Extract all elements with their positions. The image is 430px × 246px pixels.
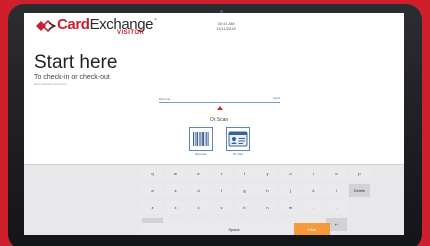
page-subtitle: To check-in or check-out bbox=[34, 74, 110, 81]
key[interactable]: n bbox=[257, 201, 278, 214]
key[interactable]: q bbox=[142, 167, 163, 180]
logo-trademark: ™ bbox=[153, 17, 157, 22]
key[interactable]: z bbox=[142, 201, 163, 214]
key[interactable]: s bbox=[165, 184, 186, 197]
clock-date: 11/11/2016 bbox=[216, 26, 236, 31]
key[interactable]: h bbox=[257, 184, 278, 197]
logo-swirl-icon bbox=[36, 19, 57, 33]
on-screen-keyboard: q w e r t y u i o p a s d f g h j k l De… bbox=[24, 164, 404, 235]
key[interactable]: e bbox=[188, 167, 209, 180]
key[interactable]: , bbox=[303, 201, 324, 214]
barcode-input[interactable] bbox=[159, 95, 267, 102]
key[interactable]: u bbox=[280, 167, 301, 180]
keyboard-row-1: q w e r t y u i o p bbox=[24, 167, 404, 180]
send-button[interactable]: Send bbox=[273, 96, 280, 100]
key[interactable]: m bbox=[280, 201, 301, 214]
key[interactable]: g bbox=[234, 184, 255, 197]
barcode-icon bbox=[189, 127, 213, 151]
key[interactable]: . bbox=[326, 201, 347, 214]
key[interactable]: j bbox=[280, 184, 301, 197]
delete-key[interactable]: Delete bbox=[349, 184, 370, 197]
key[interactable]: d bbox=[188, 184, 209, 197]
key[interactable]: f bbox=[211, 184, 232, 197]
hide-keyboard-key[interactable]: Hide bbox=[294, 223, 330, 235]
id-card-icon bbox=[226, 127, 250, 151]
barcode-input-field: Send bbox=[159, 95, 280, 103]
key[interactable]: b bbox=[234, 201, 255, 214]
cardexchange-logo: CardExchange ™ VISITOR bbox=[35, 16, 183, 38]
key[interactable]: c bbox=[188, 201, 209, 214]
scan-barcode-label: Barcode bbox=[195, 152, 207, 156]
logo-card-text: Card bbox=[57, 16, 90, 33]
logo-visitor-text: VISITOR bbox=[117, 30, 145, 36]
keyboard-row-5: Space Hide bbox=[24, 223, 404, 235]
key[interactable]: l bbox=[326, 184, 347, 197]
keyboard-row-2: a s d f g h j k l Delete bbox=[24, 184, 404, 197]
key[interactable]: t bbox=[234, 167, 255, 180]
scan-id-card-label: ID Card bbox=[232, 152, 244, 156]
key[interactable]: y bbox=[257, 167, 278, 180]
key[interactable]: w bbox=[165, 167, 186, 180]
clock: 00:41 AM 11/11/2016 bbox=[204, 21, 248, 31]
or-scan-label: Or Scan bbox=[209, 117, 229, 123]
scan-id-card-option[interactable]: ID Card bbox=[226, 127, 250, 157]
scan-barcode-option[interactable]: Barcode bbox=[189, 127, 213, 157]
key[interactable]: p bbox=[349, 167, 370, 180]
app-screen: CardExchange ™ VISITOR 00:41 AM 11/11/20… bbox=[24, 13, 404, 235]
key[interactable]: x bbox=[165, 201, 186, 214]
keyboard-row-3: z x c v b n m , . bbox=[24, 201, 404, 214]
key[interactable]: o bbox=[326, 167, 347, 180]
key[interactable]: r bbox=[211, 167, 232, 180]
instruction-hint: Enter a barcode number here... bbox=[34, 83, 69, 86]
key[interactable]: v bbox=[211, 201, 232, 214]
page-title: Start here bbox=[34, 52, 118, 73]
input-pointer-arrow-icon bbox=[217, 106, 223, 110]
key[interactable]: a bbox=[142, 184, 163, 197]
key[interactable]: i bbox=[303, 167, 324, 180]
key[interactable]: k bbox=[303, 184, 324, 197]
